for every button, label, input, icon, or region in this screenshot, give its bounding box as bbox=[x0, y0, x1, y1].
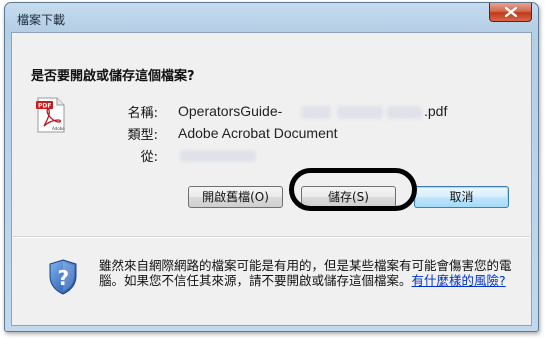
security-shield-icon: ? bbox=[49, 259, 77, 295]
name-label: 名稱: bbox=[127, 106, 158, 121]
window-title: 檔案下載 bbox=[17, 13, 66, 27]
redacted-source bbox=[180, 150, 256, 162]
svg-text:PDF: PDF bbox=[38, 103, 51, 110]
open-button[interactable]: 開啟舊檔(O) bbox=[188, 186, 283, 208]
svg-text:?: ? bbox=[58, 266, 70, 290]
from-label: 從: bbox=[140, 150, 158, 165]
divider bbox=[13, 236, 530, 238]
cancel-button[interactable]: 取消 bbox=[414, 186, 509, 208]
download-question: 是否要開啟或儲存這個檔案? bbox=[31, 69, 195, 84]
pdf-file-icon: PDF Adobe bbox=[36, 97, 65, 133]
file-type-value: Adobe Acrobat Document bbox=[178, 125, 338, 141]
redacted-name-part bbox=[387, 106, 422, 119]
download-dialog-window: 檔案下載 是否要開啟或儲存這個檔案? PDF Adobe 名稱: Operato… bbox=[4, 2, 539, 332]
close-icon bbox=[505, 7, 517, 17]
security-warning: 雖然來自網際網路的檔案可能是有用的，但是某些檔案有可能會傷害您的電腦。如果您不信… bbox=[99, 258, 519, 288]
file-name-suffix: .pdf bbox=[424, 103, 448, 119]
redacted-name-part bbox=[301, 106, 331, 119]
close-button[interactable] bbox=[489, 3, 532, 22]
save-button-highlight-circle bbox=[289, 168, 417, 211]
file-name-prefix: OperatorsGuide- bbox=[178, 103, 283, 119]
type-label: 類型: bbox=[127, 128, 158, 143]
svg-text:Adobe: Adobe bbox=[52, 126, 65, 131]
risk-info-link[interactable]: 有什麼樣的風險? bbox=[412, 273, 506, 288]
title-bar[interactable]: 檔案下載 bbox=[5, 3, 538, 32]
redacted-name-part bbox=[337, 106, 383, 119]
